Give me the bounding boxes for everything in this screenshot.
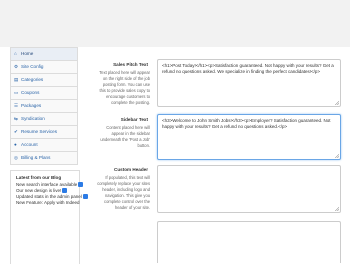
sidebar-item-account[interactable]: ● Account: [10, 139, 78, 152]
blog-post-link[interactable]: New Feature: Apply with Indeed: [11, 200, 80, 206]
list-icon: ☰: [14, 103, 19, 108]
custom-header-label: Custom Header: [114, 167, 148, 172]
sidebar-item-label: Categories: [21, 77, 44, 82]
sidebar-text-label: Sidebar Text: [120, 117, 148, 122]
sidebar-nav: ⌂ Home ⚙ Site Config ▤ Categories ▭ Coupons …: [10, 47, 78, 165]
share-icon: ⇆: [14, 116, 18, 121]
resize-handle-icon[interactable]: [335, 207, 339, 211]
sales-pitch-textarea[interactable]: <h1>Post Today!</h1><p>Satisfaction guar…: [157, 59, 341, 107]
billing-icon: ◎: [14, 155, 19, 160]
sidebar-item-coupons[interactable]: ▭ Coupons: [10, 87, 78, 100]
home-icon: ⌂: [14, 51, 17, 56]
new-badge-icon: [62, 188, 68, 193]
sidebar-text-help: Content placed here will appear in the s…: [100, 125, 150, 148]
sidebar-text-textarea[interactable]: <h3>Welcome to John Smith Jobs!</h3><p>E…: [157, 114, 341, 160]
new-badge-icon: [78, 182, 84, 187]
sidebar-item-label: Site Config: [21, 64, 44, 69]
sidebar-item-label: Packages: [21, 103, 42, 108]
sidebar-item-packages[interactable]: ☰ Packages: [10, 100, 78, 113]
sidebar-item-label: Resume Services: [21, 129, 57, 134]
sidebar-item-syndication[interactable]: ⇆ Syndication: [10, 113, 78, 126]
resize-handle-icon[interactable]: [335, 154, 339, 158]
custom-header-textarea[interactable]: [157, 165, 341, 213]
sidebar-item-site-config[interactable]: ⚙ Site Config: [10, 61, 78, 74]
sales-pitch-help: Text placed here will appear on the righ…: [99, 70, 150, 105]
gear-icon: ⚙: [14, 64, 19, 69]
account-icon: ●: [14, 142, 17, 147]
sidebar-item-billing[interactable]: ◎ Billing & Plans: [10, 152, 78, 165]
blog-title: Latest from our Blog: [16, 175, 62, 180]
user-icon: ✔: [14, 129, 18, 134]
sidebar-item-resume-services[interactable]: ✔ Resume Services: [10, 126, 78, 139]
sidebar-item-home[interactable]: ⌂ Home: [10, 47, 78, 61]
sidebar-item-label: Home: [21, 51, 34, 56]
next-textarea[interactable]: [157, 221, 341, 263]
resize-handle-icon[interactable]: [335, 101, 339, 105]
sidebar-item-categories[interactable]: ▤ Categories: [10, 74, 78, 87]
sidebar-item-label: Account: [21, 142, 38, 147]
sidebar-item-label: Coupons: [21, 90, 40, 95]
sales-pitch-label: Sales Pitch Text: [113, 62, 148, 67]
top-bar: [0, 0, 350, 47]
folder-icon: ▤: [14, 77, 19, 82]
sidebar-item-label: Syndication: [21, 116, 45, 121]
custom-header-help: If populated, this text will completely …: [97, 175, 150, 210]
sidebar-item-label: Billing & Plans: [21, 155, 51, 160]
blog-panel: Latest from our Blog New search interfac…: [10, 170, 88, 264]
ticket-icon: ▭: [14, 90, 19, 95]
